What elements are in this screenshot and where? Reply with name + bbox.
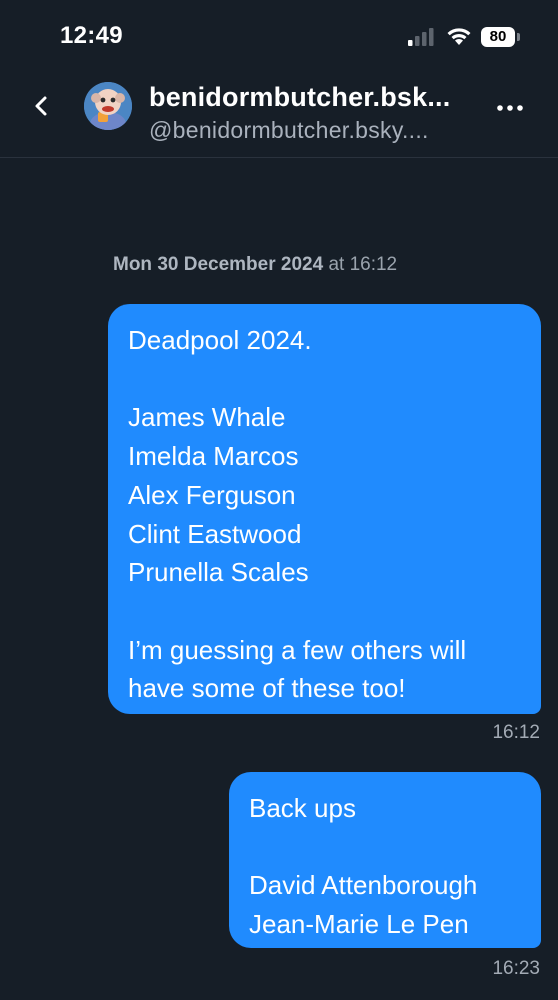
message-line: have some of these too! [128, 673, 406, 704]
message-line: Jean-Marie Le Pen [249, 909, 469, 940]
contact-handle: @benidormbutcher.bsky.... [149, 117, 429, 143]
status-bar: 12:49 80 [0, 0, 558, 72]
chevron-left-icon[interactable] [28, 92, 56, 120]
conversation-header: benidormbutcher.bsk... @benidormbutcher.… [0, 72, 558, 158]
date-separator-date: Mon 30 December 2024 [113, 254, 324, 275]
avatar[interactable] [84, 82, 132, 130]
message-line: Deadpool 2024. [128, 325, 312, 355]
message-line: James Whale [128, 402, 286, 433]
wifi-icon [447, 28, 471, 45]
contact-display-name[interactable]: benidormbutcher.bsk... [149, 82, 450, 113]
battery-icon: 80 [481, 27, 521, 47]
message-line: I’m guessing a few others will [128, 634, 467, 665]
date-separator-time: at 16:12 [328, 254, 398, 275]
message-line: David Attenborough [249, 870, 478, 901]
avatar-image [84, 82, 132, 130]
message-line [128, 360, 521, 399]
message-line: Back ups [249, 793, 356, 823]
ellipsis-icon[interactable] [496, 98, 524, 118]
message-line [128, 592, 521, 631]
cellular-signal-icon [408, 28, 434, 46]
message-timestamp: 16:23 [492, 958, 540, 979]
date-separator: Mon 30 December 2024 at 16:12 [113, 254, 397, 276]
message-line: Alex Ferguson [128, 479, 296, 510]
status-time: 12:49 [60, 22, 123, 49]
message-timestamp: 16:12 [492, 722, 540, 743]
message-line: Prunella Scales [128, 557, 309, 588]
message-line: Imelda Marcos [128, 441, 299, 472]
message-line: Clint Eastwood [128, 518, 302, 549]
message-bubble[interactable]: Back ups David Attenborough Jean-Marie L… [229, 772, 541, 948]
battery-level: 80 [489, 28, 507, 45]
message-line [249, 828, 521, 867]
message-bubble[interactable]: Deadpool 2024. James Whale Imelda Marcos… [108, 304, 541, 714]
